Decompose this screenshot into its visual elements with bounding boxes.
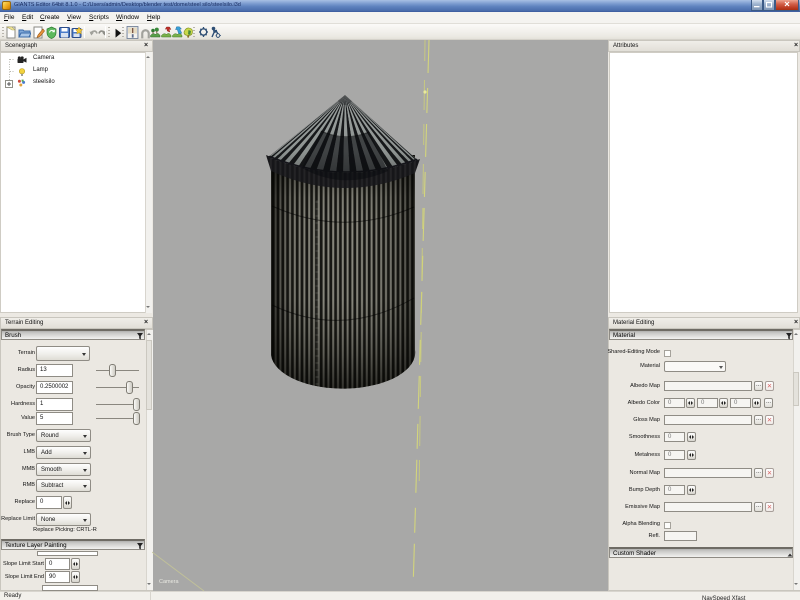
svg-text:Camera: Camera	[159, 579, 180, 585]
